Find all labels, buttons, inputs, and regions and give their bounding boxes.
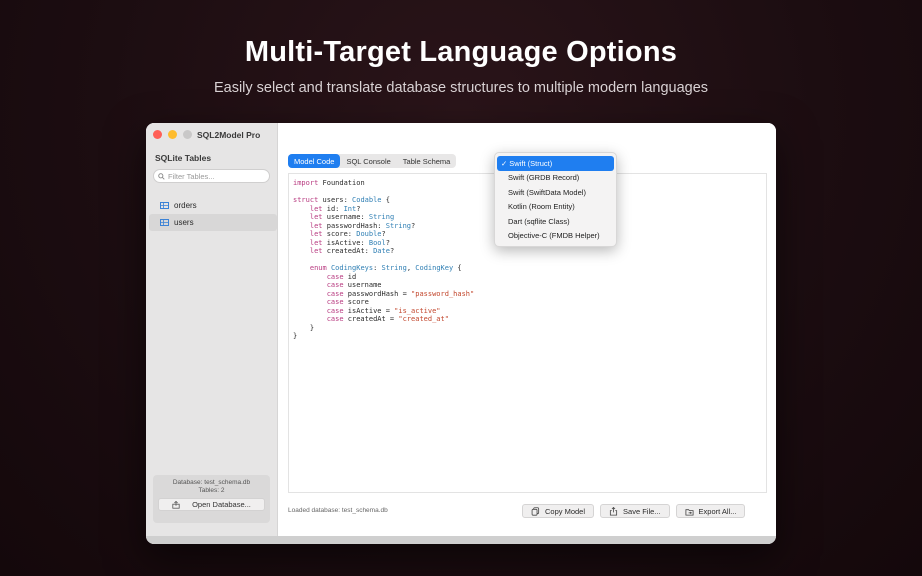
open-database-icon xyxy=(172,500,180,509)
language-option-label: Swift (Struct) xyxy=(509,158,553,168)
filter-tables-input[interactable] xyxy=(168,171,268,181)
language-dropdown-menu: ✓ Swift (Struct) Swift (GRDB Record) Swi… xyxy=(494,152,617,247)
table-icon xyxy=(160,219,169,226)
window-controls xyxy=(153,130,192,139)
table-item-label: users xyxy=(174,218,194,227)
sidebar-heading: SQLite Tables xyxy=(155,153,212,163)
language-option-swiftdata[interactable]: Swift (SwiftData Model) xyxy=(497,185,614,200)
export-icon xyxy=(685,508,694,516)
tab-table-schema[interactable]: Table Schema xyxy=(397,154,457,168)
view-tabs: Model Code SQL Console Table Schema xyxy=(288,154,457,168)
table-item-label: orders xyxy=(174,201,197,210)
language-option-objc-fmdb[interactable]: Objective-C (FMDB Helper) xyxy=(497,229,614,244)
close-window-button[interactable] xyxy=(153,130,162,139)
zoom-window-button[interactable] xyxy=(183,130,192,139)
sidebar: SQL2Model Pro SQLite Tables orders xyxy=(146,123,278,536)
window-bottom-strip xyxy=(146,536,776,544)
tables-count-label: Tables: 2 xyxy=(198,487,225,494)
tab-model-code[interactable]: Model Code xyxy=(288,154,341,168)
language-option-dart-sqflite[interactable]: Dart (sqflite Class) xyxy=(497,214,614,229)
action-bar: Copy Model Save File... Export All... xyxy=(522,504,746,518)
export-all-label: Export All... xyxy=(698,506,737,516)
table-list: orders users xyxy=(149,197,277,231)
database-info-panel: Database: test_schema.db Tables: 2 Open … xyxy=(153,475,270,523)
open-database-label: Open Database... xyxy=(192,500,251,509)
language-option-swift-grdb[interactable]: Swift (GRDB Record) xyxy=(497,171,614,186)
language-option-kotlin-room[interactable]: Kotlin (Room Entity) xyxy=(497,200,614,215)
filter-tables-field xyxy=(153,169,270,183)
copy-icon xyxy=(531,506,540,516)
status-text: Loaded database: test_schema.db xyxy=(288,507,388,514)
checkmark-icon: ✓ xyxy=(501,158,508,168)
table-icon xyxy=(160,202,169,209)
export-all-button[interactable]: Export All... xyxy=(675,504,746,518)
save-file-label: Save File... xyxy=(623,506,661,516)
hero-subtitle: Easily select and translate database str… xyxy=(213,80,709,96)
language-option-swift-struct[interactable]: ✓ Swift (Struct) xyxy=(497,156,614,171)
generated-code: import Foundation struct users: Codable … xyxy=(293,179,475,340)
tab-sql-console[interactable]: SQL Console xyxy=(340,154,396,168)
app-window: SQL2Model Pro SQLite Tables orders xyxy=(146,123,776,544)
minimize-window-button[interactable] xyxy=(168,130,177,139)
copy-model-label: Copy Model xyxy=(545,506,586,516)
table-item-users[interactable]: users xyxy=(149,214,277,231)
database-name-label: Database: test_schema.db xyxy=(172,479,251,486)
share-save-icon xyxy=(609,506,618,516)
copy-model-button[interactable]: Copy Model xyxy=(522,504,595,518)
window-title: SQL2Model Pro xyxy=(197,130,261,140)
search-icon xyxy=(158,172,165,180)
hero-title: Multi-Target Language Options xyxy=(244,36,678,68)
save-file-button[interactable]: Save File... xyxy=(600,504,670,518)
table-item-orders[interactable]: orders xyxy=(149,197,277,214)
open-database-button[interactable]: Open Database... xyxy=(158,498,265,511)
